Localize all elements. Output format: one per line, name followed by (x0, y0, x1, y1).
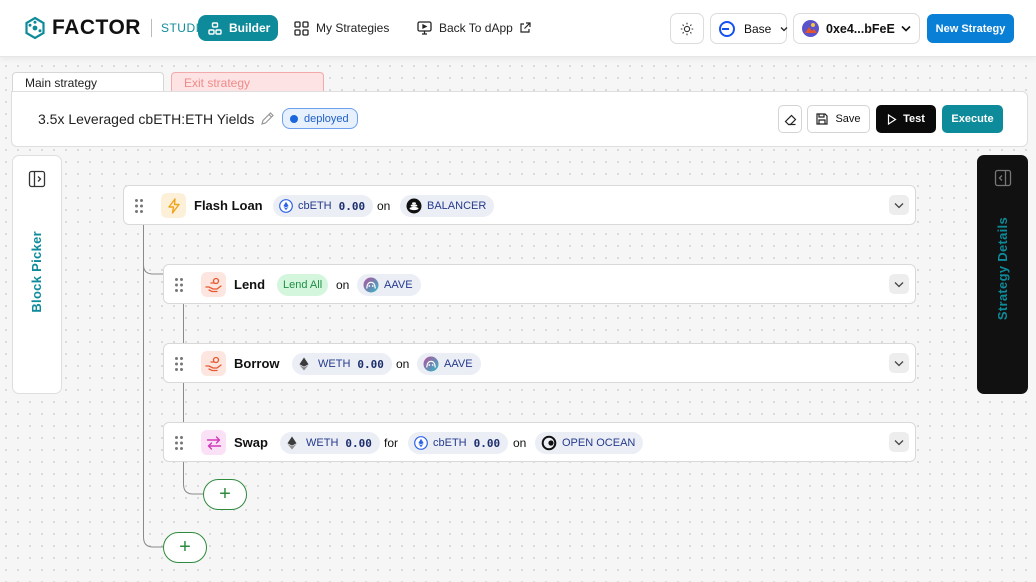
block-swap[interactable]: Swap WETH 0.00 for cbETH 0.00 on OPEN OC… (163, 422, 916, 462)
drag-handle-icon[interactable] (174, 277, 184, 298)
protocol-chip[interactable]: OPEN OCEAN (535, 432, 644, 454)
drag-handle-icon[interactable] (134, 198, 144, 219)
block-title: Swap (234, 435, 268, 450)
hand-coins-icon (201, 272, 226, 297)
token-symbol: WETH (306, 437, 339, 449)
protocol-chip[interactable]: AAVE (357, 274, 421, 296)
token-symbol: cbETH (433, 437, 467, 449)
token-symbol: WETH (318, 358, 351, 370)
block-lend[interactable]: Lend Lend All on AAVE (163, 264, 916, 304)
block-borrow[interactable]: Borrow WETH 0.00 on AAVE (163, 343, 916, 383)
balancer-icon (406, 198, 422, 214)
aave-icon (363, 277, 379, 293)
cbeth-token-icon (414, 436, 428, 450)
protocol-chip[interactable]: AAVE (417, 353, 481, 375)
hand-coins-icon (201, 351, 226, 376)
weth-token-icon (286, 436, 298, 450)
expand-block-button[interactable] (889, 432, 909, 452)
protocol-name: AAVE (384, 279, 413, 291)
lend-all-tag[interactable]: Lend All (277, 274, 329, 296)
on-label: on (336, 278, 350, 292)
token-chip[interactable]: WETH 0.00 (280, 432, 380, 454)
protocol-name: AAVE (444, 358, 473, 370)
swap-arrows-icon (201, 430, 226, 455)
protocol-name: OPEN OCEAN (562, 437, 636, 449)
expand-block-button[interactable] (889, 353, 909, 373)
on-label: on (396, 357, 410, 371)
token-symbol: cbETH (298, 200, 332, 212)
expand-block-button[interactable] (889, 195, 909, 215)
cbeth-token-icon (279, 199, 293, 213)
token-chip[interactable]: cbETH 0.00 (273, 195, 374, 217)
weth-token-icon (298, 357, 310, 371)
aave-icon (423, 356, 439, 372)
on-label: on (377, 199, 391, 213)
block-title: Borrow (234, 356, 280, 371)
chevron-down-icon (894, 281, 904, 288)
open-ocean-icon (541, 435, 557, 451)
block-flash-loan[interactable]: Flash Loan cbETH 0.00 on BALANCER (123, 185, 916, 225)
lightning-icon (161, 193, 186, 218)
add-child-block-button[interactable]: + (203, 479, 247, 510)
token-amount: 0.00 (473, 436, 501, 450)
token-chip[interactable]: WETH 0.00 (292, 353, 392, 375)
protocol-chip[interactable]: BALANCER (400, 195, 495, 217)
expand-block-button[interactable] (889, 274, 909, 294)
chevron-down-icon (894, 360, 904, 367)
add-block-button[interactable]: + (163, 532, 207, 563)
token-amount: 0.00 (338, 199, 366, 213)
chevron-down-icon (894, 202, 904, 209)
token-chip[interactable]: cbETH 0.00 (408, 432, 509, 454)
block-title: Lend (234, 277, 266, 292)
drag-handle-icon[interactable] (174, 435, 184, 456)
chevron-down-icon (894, 439, 904, 446)
for-label: for (384, 436, 399, 450)
token-amount: 0.00 (345, 436, 372, 450)
token-amount: 0.00 (357, 357, 384, 371)
drag-handle-icon[interactable] (174, 356, 184, 377)
protocol-name: BALANCER (427, 200, 487, 212)
on-label: on (513, 436, 527, 450)
block-title: Flash Loan (194, 198, 263, 213)
